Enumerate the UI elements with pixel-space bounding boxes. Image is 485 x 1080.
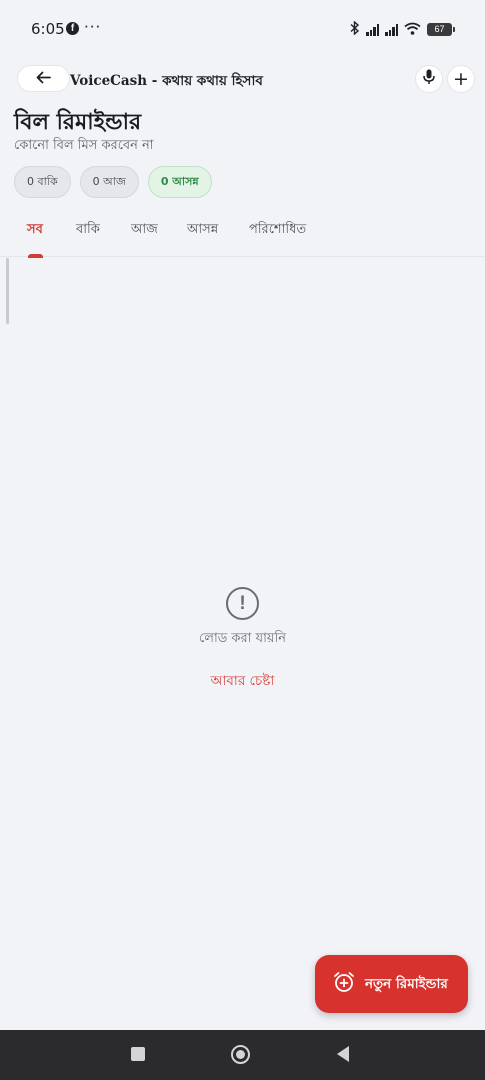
summary-chips: 0 বাকি 0 আজ 0 আসন্ন	[14, 166, 212, 198]
retry-button[interactable]: আবার চেষ্টা	[0, 670, 485, 693]
add-button[interactable]: +	[447, 65, 475, 93]
system-nav-bar	[0, 1030, 485, 1080]
facebook-icon: f	[66, 22, 79, 35]
battery-icon: 67	[427, 23, 455, 36]
status-bar: 6:05 f ··· 67	[0, 0, 485, 58]
status-more-indicator: ···	[84, 18, 102, 36]
wifi-icon	[404, 20, 421, 39]
system-back-button[interactable]	[337, 1046, 349, 1062]
mic-icon	[423, 69, 435, 89]
signal-icon	[385, 23, 398, 36]
error-icon: !	[226, 587, 259, 620]
chip-today[interactable]: 0 আজ	[79, 166, 139, 198]
recents-button[interactable]	[131, 1047, 145, 1061]
new-reminder-button[interactable]: নতুন রিমাইন্ডার	[315, 955, 468, 1013]
tab-today[interactable]: আজ	[131, 220, 158, 241]
scrollbar[interactable]	[6, 258, 9, 324]
arrow-left-icon	[36, 69, 51, 88]
signal-icon	[366, 23, 379, 36]
tab-all[interactable]: সব	[27, 220, 43, 241]
chip-due[interactable]: 0 বাকি	[14, 166, 71, 198]
filter-tabs: সব বাকি আজ আসন্ন পরিশোধিত	[0, 210, 485, 257]
status-time: 6:05	[31, 20, 65, 38]
tab-paid[interactable]: পরিশোধিত	[249, 220, 306, 241]
tab-indicator	[28, 254, 43, 258]
home-button[interactable]	[231, 1045, 250, 1064]
new-reminder-label: নতুন রিমাইন্ডার	[365, 975, 448, 992]
error-message: লোড করা যায়নি	[199, 631, 286, 646]
tab-due[interactable]: বাকি	[76, 220, 100, 241]
app-title: VoiceCash - কথায় কথায় হিসাব	[70, 73, 263, 89]
bluetooth-icon	[350, 20, 360, 39]
chip-upcoming[interactable]: 0 আসন্ন	[147, 166, 212, 198]
page-subtitle: কোনো বিল মিস করবেন না	[14, 138, 154, 153]
alarm-add-icon	[333, 971, 355, 997]
back-button[interactable]	[17, 65, 70, 92]
status-icons: 67	[350, 20, 455, 39]
voice-input-button[interactable]	[415, 65, 443, 93]
tab-upcoming[interactable]: আসন্ন	[187, 220, 218, 241]
